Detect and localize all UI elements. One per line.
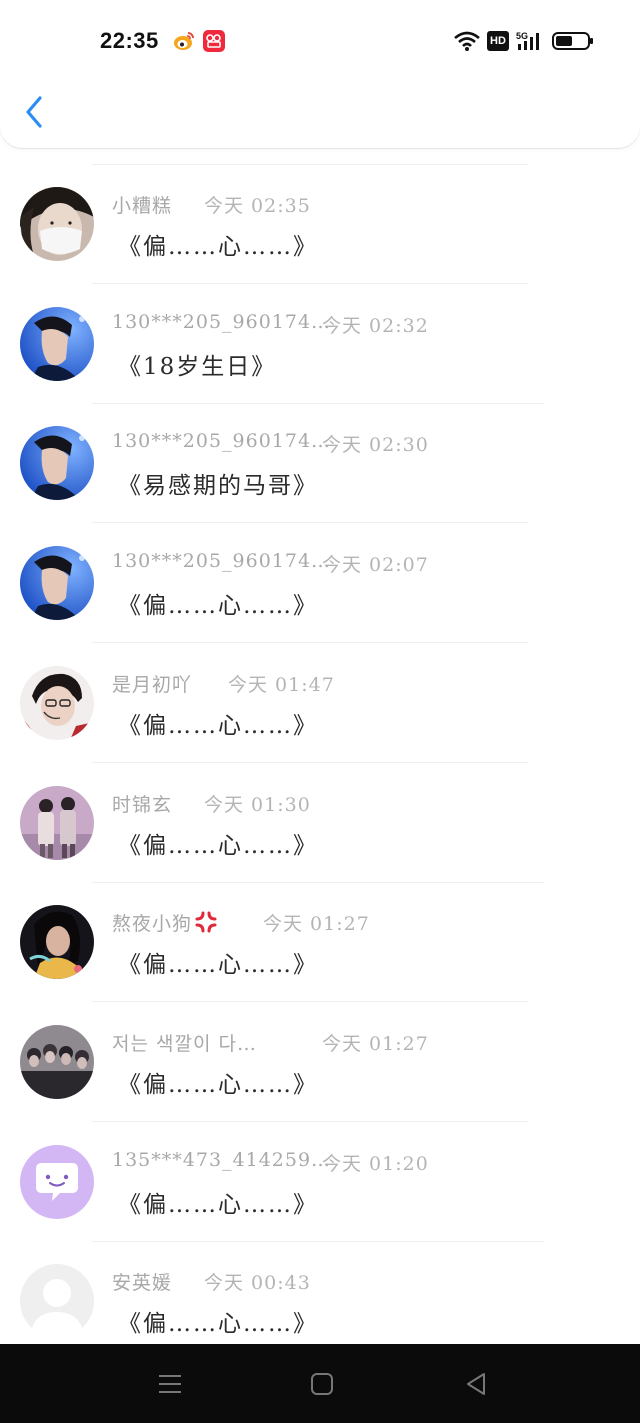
comment-time: 今天 00:43 (204, 1272, 311, 1295)
work-title: 《偏……心……》 (118, 952, 318, 979)
comment-time: 今天 01:20 (322, 1152, 429, 1175)
commenter-name[interactable]: 135***473_414259… (112, 1149, 331, 1171)
avatar[interactable] (20, 905, 94, 980)
commenter-name[interactable]: 时锦玄 (112, 790, 172, 817)
avatar[interactable] (20, 187, 94, 261)
hd-icon: HD (487, 31, 509, 51)
comment-time: 今天 01:27 (322, 1032, 429, 1055)
commenter-name-text: 是月初吖 (112, 673, 193, 696)
default-avatar-icon[interactable] (20, 1264, 94, 1339)
anger-symbol-icon (194, 910, 218, 934)
top-header: 22:35 HD 5G (0, 0, 640, 148)
comment-row[interactable]: 130***205_960174… 今天 02:32 《18岁生日》 (0, 285, 640, 404)
commenter-name[interactable]: 安英媛 (112, 1268, 172, 1295)
comment-row[interactable]: 130***205_960174… 今天 02:07 《偏……心……》 (0, 524, 640, 644)
commenter-name-text: 135***473_414259… (112, 1148, 332, 1171)
status-time: 22:35 (100, 28, 159, 53)
avatar[interactable] (20, 426, 94, 501)
work-title: 《易感期的马哥》 (118, 473, 318, 500)
menu-icon[interactable] (154, 1368, 186, 1400)
work-title: 《偏……心……》 (118, 593, 318, 620)
work-title: 《偏……心……》 (118, 234, 318, 260)
commenter-name-text: 时锦玄 (112, 793, 173, 816)
home-icon[interactable] (306, 1368, 338, 1400)
commenter-name[interactable]: 熬夜小狗 (112, 909, 218, 936)
work-title: 《偏……心……》 (118, 1071, 318, 1098)
comment-row[interactable]: 时锦玄 今天 01:30 《偏……心……》 (0, 764, 640, 883)
work-title: 《偏……心……》 (118, 1311, 318, 1338)
work-title: 《偏……心……》 (118, 1191, 318, 1218)
commenter-name-text: 130***205_960174… (112, 310, 332, 333)
avatar[interactable] (20, 306, 94, 381)
commenter-name[interactable]: 是月初吖 (112, 670, 192, 697)
commenter-name[interactable]: 130***205_960174… (112, 550, 331, 572)
work-title: 《18岁生日》 (118, 353, 277, 380)
avatar[interactable] (20, 546, 94, 621)
comment-time: 今天 02:35 (204, 195, 311, 217)
video-app-icon (203, 30, 225, 52)
comment-row[interactable]: 熬夜小狗 今天 01:27 《偏……心……》 (0, 883, 640, 1003)
commenter-name-text: 熬夜小狗 (112, 913, 193, 936)
status-bar: 22:35 HD 5G (0, 0, 640, 80)
work-title: 《偏……心……》 (118, 832, 318, 859)
commenter-name[interactable]: 저는 색깔이 다… (112, 1029, 257, 1056)
comment-time: 今天 01:30 (204, 793, 311, 816)
battery-icon (552, 32, 593, 50)
chat-bubble-icon[interactable] (20, 1144, 94, 1219)
signal-icon: 5G (516, 31, 539, 50)
weibo-icon (174, 32, 194, 50)
commenter-name-text: 저는 색깔이 다… (112, 1032, 257, 1055)
comment-row[interactable]: 저는 색깔이 다… 今天 01:27 《偏……心……》 (0, 1003, 640, 1122)
back-triangle-icon[interactable] (460, 1368, 492, 1400)
avatar[interactable] (20, 1024, 94, 1099)
avatar[interactable] (20, 785, 94, 860)
comment-time: 今天 02:30 (322, 434, 429, 457)
avatar[interactable] (20, 665, 94, 740)
commenter-name[interactable]: 130***205_960174… (112, 311, 331, 333)
commenter-name-text: 安英媛 (112, 1272, 173, 1295)
comment-row[interactable]: 135***473_414259… 今天 01:20 《偏……心……》 (0, 1123, 640, 1242)
system-nav-bar (0, 1344, 640, 1423)
commenter-name-text: 130***205_960174… (112, 430, 332, 453)
comment-row[interactable]: 130***205_960174… 今天 02:30 《易感期的马哥》 (0, 404, 640, 524)
commenter-name[interactable]: 130***205_960174… (112, 430, 331, 452)
commenter-name-text: 130***205_960174… (112, 550, 332, 573)
comment-time: 今天 01:27 (263, 913, 370, 936)
network-label: 5G (516, 31, 528, 41)
comment-time: 今天 02:32 (322, 314, 429, 337)
back-button[interactable] (18, 92, 52, 132)
work-title: 《偏……心……》 (118, 712, 318, 739)
wifi-icon (454, 31, 480, 51)
comment-row[interactable]: 小糟糕 今天 02:35 《偏……心……》 (0, 165, 640, 284)
comment-time: 今天 01:47 (228, 673, 335, 696)
commenter-name[interactable]: 小糟糕 (112, 191, 172, 218)
comment-time: 今天 02:07 (322, 554, 429, 577)
comment-row[interactable]: 是月初吖 今天 01:47 《偏……心……》 (0, 644, 640, 763)
commenter-name-text: 小糟糕 (112, 195, 173, 217)
